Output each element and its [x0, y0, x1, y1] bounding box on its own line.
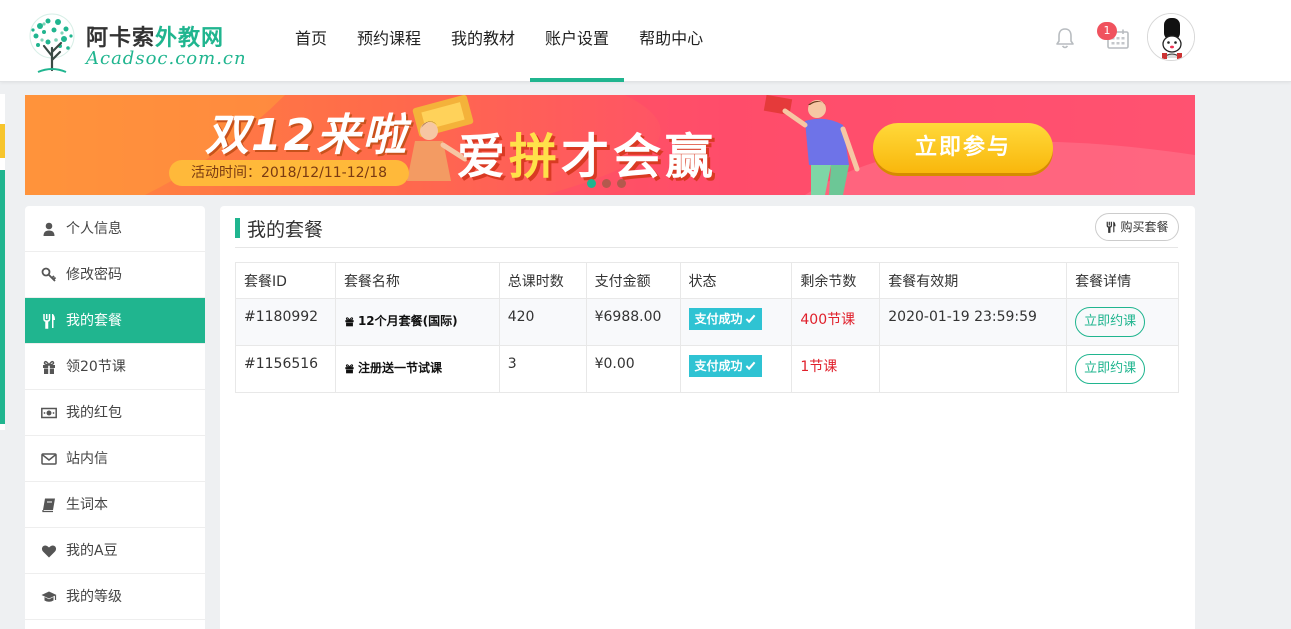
nav-home[interactable]: 首页	[280, 0, 342, 82]
site-logo[interactable]: 阿卡索外教网 Acadsoc.com.cn	[24, 12, 247, 76]
gift-icon	[345, 364, 354, 374]
payment-amount: ¥6988.00	[585, 298, 681, 346]
sidebar-item-red-packets[interactable]: 我的红包	[25, 390, 205, 436]
column-header: 支付金额	[585, 262, 681, 299]
package-name: 注册送一节试课	[357, 361, 442, 375]
notification-badge: 1	[1097, 22, 1117, 40]
logo-subtitle: Acadsoc.com.cn	[86, 48, 247, 69]
panel-header: 我的套餐 购买套餐	[235, 212, 1179, 248]
banner-headline: 双12来啦	[205, 110, 409, 161]
table-row: #1180992 12个月套餐(国际) 420 ¥6988.00 支付成功 40…	[235, 298, 1179, 346]
expiry-date: 2020-01-19 23:59:59	[879, 298, 1068, 346]
utensils-icon	[43, 313, 55, 329]
column-header: 总课时数	[498, 262, 587, 299]
expiry-date	[879, 345, 1068, 393]
user-icon	[43, 222, 55, 236]
total-hours: 420	[498, 298, 587, 346]
money-icon	[41, 407, 57, 418]
status-cell: 支付成功	[679, 345, 793, 393]
detail-cell: 立即约课	[1066, 298, 1179, 346]
sidebar-item-label: 修改密码	[66, 266, 122, 283]
sidebar-item-my-packages[interactable]: 我的套餐	[25, 298, 205, 344]
sidebar-item-label: 站内信	[66, 450, 108, 467]
detail-cell: 立即约课	[1066, 345, 1179, 393]
sidebar-item-get-20-lessons[interactable]: 领20节课	[25, 344, 205, 390]
top-header: 阿卡索外教网 Acadsoc.com.cn 首页 预约课程 我的教材 账户设置 …	[0, 0, 1291, 82]
main-panel: 我的套餐 购买套餐 套餐ID 套餐名称 总课时数 支付金额 状态 剩余节数 套餐…	[220, 206, 1195, 629]
heart-icon	[41, 544, 57, 557]
column-header: 套餐ID	[235, 262, 336, 299]
gift-icon	[345, 317, 354, 327]
title-accent-bar	[235, 218, 240, 238]
payment-amount: ¥0.00	[585, 345, 681, 393]
packages-table: 套餐ID 套餐名称 总课时数 支付金额 状态 剩余节数 套餐有效期 套餐详情 #…	[235, 262, 1179, 393]
envelope-icon	[41, 452, 57, 465]
page-edge-accent-yellow	[0, 124, 5, 158]
check-icon	[745, 361, 755, 371]
table-header-row: 套餐ID 套餐名称 总课时数 支付金额 状态 剩余节数 套餐有效期 套餐详情	[235, 262, 1179, 299]
package-name: 12个月套餐(国际)	[357, 314, 458, 328]
buy-package-button[interactable]: 购买套餐	[1095, 213, 1179, 241]
column-header: 剩余节数	[791, 262, 881, 299]
package-id: #1156516	[235, 345, 336, 393]
sidebar-item-label: 我的A豆	[66, 542, 118, 559]
page-edge-accent-green	[0, 170, 5, 424]
account-sidebar: 个人信息 修改密码 我的套餐 领20节课 我的红包 站内信 生词本 我的A豆 我…	[25, 206, 205, 629]
banner-date: 活动时间：2018/12/11-12/18	[169, 160, 409, 186]
status-badge: 支付成功	[688, 355, 762, 377]
status-badge: 支付成功	[688, 308, 762, 330]
carousel-dot[interactable]	[602, 179, 611, 188]
book-icon	[42, 498, 55, 512]
book-now-button[interactable]: 立即约课	[1075, 307, 1146, 337]
sidebar-item-label: 领20节课	[66, 358, 126, 375]
column-header: 套餐有效期	[879, 262, 1068, 299]
package-id: #1180992	[235, 298, 336, 346]
package-name-cell: 12个月套餐(国际)	[334, 298, 500, 346]
join-now-button[interactable]: 立即参与	[873, 123, 1053, 173]
utensils-icon	[1107, 221, 1116, 233]
sidebar-item-a-beans[interactable]: 我的A豆	[25, 528, 205, 574]
buy-package-label: 购买套餐	[1120, 220, 1169, 234]
carousel-dots	[587, 179, 626, 188]
nav-account-settings[interactable]: 账户设置	[530, 0, 625, 82]
total-hours: 3	[498, 345, 587, 393]
avatar[interactable]	[1147, 13, 1195, 61]
graduation-cap-icon	[41, 591, 57, 602]
book-now-button[interactable]: 立即约课	[1075, 354, 1146, 384]
sidebar-item-label: 我的红包	[66, 404, 122, 421]
remaining-lessons: 1节课	[791, 345, 881, 393]
bell-icon[interactable]	[1054, 26, 1076, 50]
nav-my-materials[interactable]: 我的教材	[436, 0, 530, 82]
check-icon	[745, 314, 755, 324]
key-icon	[41, 267, 57, 282]
column-header: 套餐详情	[1066, 262, 1179, 299]
package-name-cell: 注册送一节试课	[334, 345, 500, 393]
sidebar-item-vocabulary[interactable]: 生词本	[25, 482, 205, 528]
tree-logo-icon	[29, 13, 75, 73]
main-nav: 首页 预约课程 我的教材 账户设置 帮助中心	[280, 0, 718, 82]
sidebar-item-label: 个人信息	[66, 220, 122, 237]
nav-book-lesson[interactable]: 预约课程	[342, 0, 436, 82]
nav-help-center[interactable]: 帮助中心	[624, 0, 718, 82]
carousel-dot[interactable]	[587, 179, 596, 188]
sidebar-item-label: 生词本	[66, 496, 108, 513]
sidebar-item-change-password[interactable]: 修改密码	[25, 252, 205, 298]
sidebar-item-profile[interactable]: 个人信息	[25, 206, 205, 252]
column-header: 套餐名称	[334, 262, 500, 299]
status-cell: 支付成功	[679, 298, 793, 346]
page-title: 我的套餐	[247, 219, 324, 241]
user-avatar-icon	[1148, 14, 1194, 60]
carousel-dot[interactable]	[617, 179, 626, 188]
promo-banner[interactable]: 双12来啦 活动时间：2018/12/11-12/18 爱拼才会赢 立即参与	[25, 95, 1195, 195]
sidebar-item-messages[interactable]: 站内信	[25, 436, 205, 482]
remaining-lessons: 400节课	[791, 298, 881, 346]
table-row: #1156516 注册送一节试课 3 ¥0.00 支付成功 1节课 立即约课	[235, 345, 1179, 393]
sidebar-item-label: 我的套餐	[66, 312, 122, 329]
gift-icon	[43, 360, 55, 374]
column-header: 状态	[679, 262, 793, 299]
sidebar-item-my-level[interactable]: 我的等级	[25, 574, 205, 620]
banner-slogan: 爱拼才会赢	[457, 129, 718, 185]
sidebar-item-label: 我的等级	[66, 588, 122, 605]
